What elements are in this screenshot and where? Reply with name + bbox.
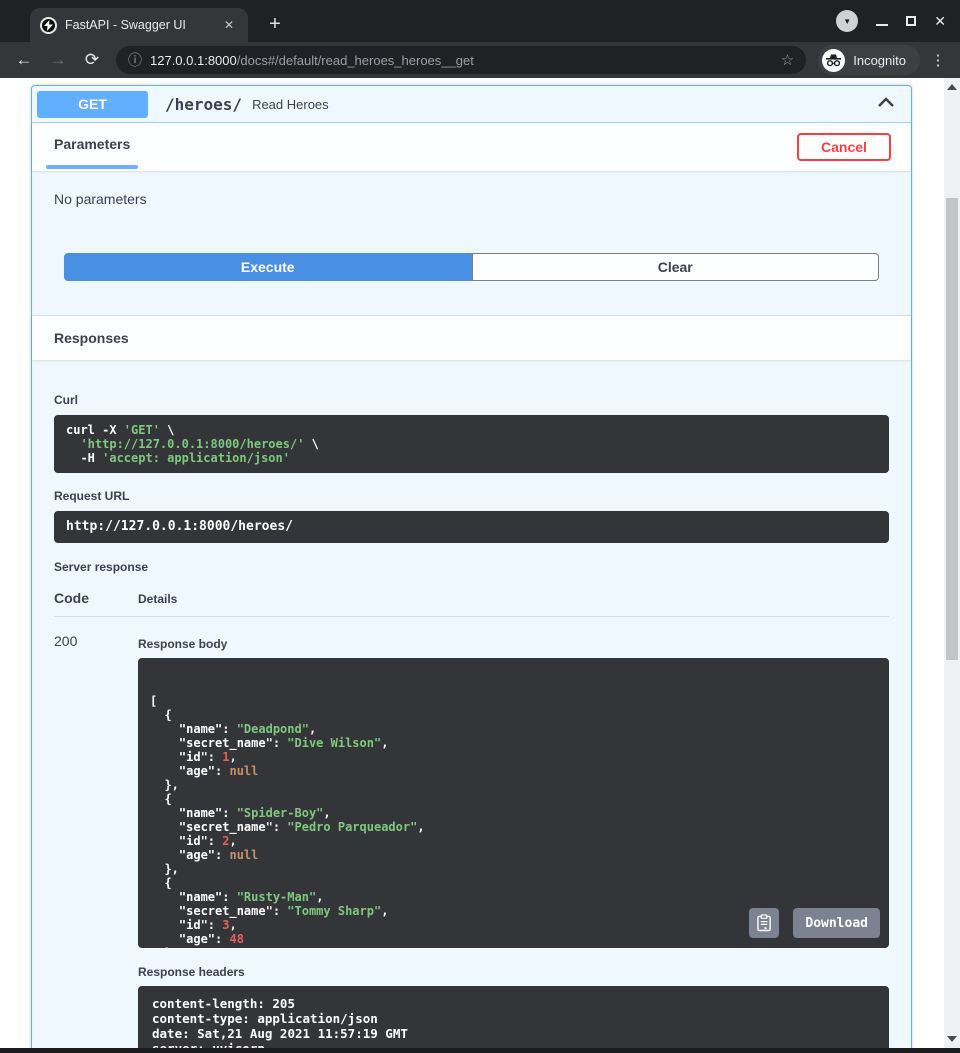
response-headers-block: content-length: 205content-type: applica… <box>138 986 889 1048</box>
forward-button[interactable]: → <box>44 46 72 74</box>
responses-body: Curl curl -X 'GET' \ 'http://127.0.0.1:8… <box>32 360 911 1048</box>
bookmark-star-icon[interactable]: ☆ <box>781 51 794 69</box>
no-parameters-text: No parameters <box>32 171 911 207</box>
server-response-label: Server response <box>54 543 889 574</box>
minimize-button[interactable] <box>876 24 888 26</box>
response-table-header: Code Details <box>54 574 889 606</box>
url-bar[interactable]: ⓘ 127.0.0.1:8000/docs#/default/read_hero… <box>116 46 806 74</box>
browser-window: FastAPI - Swagger UI ✕ + ▼ ✕ ← → ⟳ ⓘ 127… <box>0 0 960 1053</box>
window-controls: ▼ ✕ <box>836 0 960 42</box>
responses-header: Responses <box>32 315 911 360</box>
response-body-block: [ { "name": "Deadpond", "secret_name": "… <box>138 658 889 948</box>
endpoint-path: /heroes/ <box>165 95 242 114</box>
swagger-page: GET /heroes/ Read Heroes Parameters Canc… <box>0 78 960 1048</box>
page-scrollbar[interactable] <box>944 78 960 1048</box>
url-text[interactable]: 127.0.0.1:8000/docs#/default/read_heroes… <box>150 53 773 68</box>
url-host: 127.0.0.1:8000 <box>150 53 237 68</box>
active-tab-underline <box>46 165 138 169</box>
response-copy-button[interactable] <box>749 908 779 938</box>
new-tab-button[interactable]: + <box>262 12 288 38</box>
tab-strip: FastAPI - Swagger UI ✕ + ▼ ✕ <box>0 0 960 42</box>
back-button[interactable]: ← <box>10 46 38 74</box>
request-url-label: Request URL <box>54 473 889 503</box>
cancel-button[interactable]: Cancel <box>797 133 891 161</box>
browser-toolbar: ← → ⟳ ⓘ 127.0.0.1:8000/docs#/default/rea… <box>0 42 960 78</box>
parameters-tab-label: Parameters <box>54 136 130 152</box>
site-info-icon[interactable]: ⓘ <box>128 50 142 70</box>
browser-menu-icon[interactable]: ⋮ <box>926 51 950 69</box>
response-headers-label: Response headers <box>138 948 889 979</box>
curl-command-block: curl -X 'GET' \ 'http://127.0.0.1:8000/h… <box>54 415 889 473</box>
response-details: Response body [ { "name": "Deadpond", "s… <box>138 631 889 1048</box>
scroll-up-icon[interactable] <box>947 84 957 90</box>
endpoint-summary: Read Heroes <box>252 97 329 112</box>
tab-close-icon[interactable]: ✕ <box>220 16 238 34</box>
opblock-get-heroes: GET /heroes/ Read Heroes Parameters Canc… <box>31 85 912 1048</box>
download-button[interactable]: Download <box>793 908 880 938</box>
fastapi-favicon-icon <box>40 17 57 34</box>
tab-parameters[interactable]: Parameters <box>46 123 138 171</box>
response-body-actions: Download <box>749 908 880 938</box>
opblock-summary[interactable]: GET /heroes/ Read Heroes <box>32 86 911 123</box>
code-column-header: Code <box>54 590 138 606</box>
maximize-button[interactable] <box>906 16 916 26</box>
collapse-chevron-icon[interactable] <box>877 95 895 113</box>
scrollbar-thumb[interactable] <box>946 198 958 660</box>
window-bottom-edge <box>0 1048 960 1053</box>
curl-label: Curl <box>54 360 889 407</box>
details-column-header: Details <box>138 592 177 606</box>
incognito-icon <box>822 49 845 72</box>
clear-button[interactable]: Clear <box>472 253 880 281</box>
window-close-button[interactable]: ✕ <box>934 13 946 30</box>
url-path: /docs#/default/read_heroes_heroes__get <box>237 53 474 68</box>
responses-title: Responses <box>54 330 129 346</box>
response-row-200: 200 Response body [ { "name": "Deadpond"… <box>54 617 889 1048</box>
execute-button[interactable]: Execute <box>64 253 472 281</box>
incognito-label: Incognito <box>853 53 906 68</box>
browser-update-icon[interactable]: ▼ <box>836 10 858 32</box>
tab-title: FastAPI - Swagger UI <box>65 18 212 32</box>
incognito-badge: Incognito <box>818 45 920 75</box>
status-code: 200 <box>54 631 138 1048</box>
reload-button[interactable]: ⟳ <box>78 46 106 74</box>
execute-wrapper: Execute Clear <box>64 253 879 281</box>
request-url-block: http://127.0.0.1:8000/heroes/ <box>54 511 889 543</box>
response-body-label: Response body <box>138 631 889 651</box>
browser-tab[interactable]: FastAPI - Swagger UI ✕ <box>30 8 248 42</box>
scroll-down-icon[interactable] <box>947 1036 957 1042</box>
method-badge: GET <box>37 91 148 118</box>
parameters-header: Parameters Cancel <box>32 123 911 171</box>
